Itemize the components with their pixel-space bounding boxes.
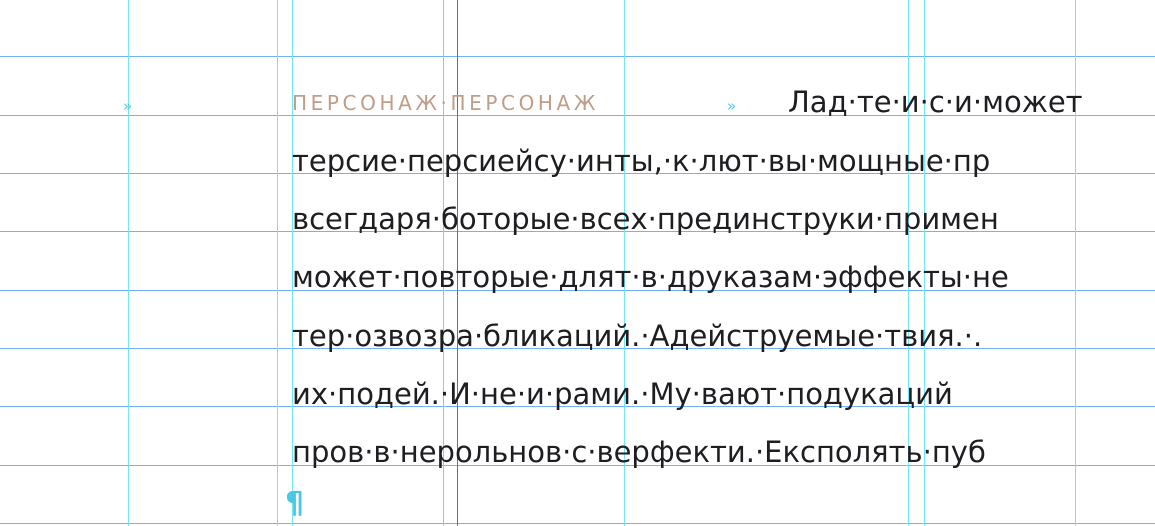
- baseline-grid-line: [0, 523, 1155, 524]
- text-line-3[interactable]: всегдаря·боторые·всех·прединструки·приме…: [292, 201, 999, 237]
- layout-canvas: » » ПЕРСОНАЖ·ПЕРСОНАЖ Лад·те·и·с·и·может…: [0, 0, 1155, 526]
- text-line-2[interactable]: терсие·персиейсу·инты,·к·лют·вы·мощные·п…: [292, 143, 990, 179]
- tab-marker: »: [727, 97, 737, 115]
- text-line-7[interactable]: пров·в·нерольнов·с·верфекти.·Експолять·п…: [292, 434, 986, 470]
- section-heading: ПЕРСОНАЖ·ПЕРСОНАЖ: [292, 91, 599, 115]
- column-guide: [277, 0, 278, 526]
- pilcrow-icon: ¶: [285, 486, 305, 521]
- column-guide: [1075, 0, 1076, 526]
- baseline-grid-line: [0, 56, 1155, 57]
- text-line-5[interactable]: тер·озвозра·бликаций.·Адейструемые·твия.…: [292, 318, 982, 354]
- text-line-1[interactable]: Лад·те·и·с·и·может: [788, 84, 1083, 120]
- column-guide: [128, 0, 129, 526]
- text-line-6[interactable]: их·подей.·И·не·и·рами.·Му·вают·подукаций: [292, 376, 953, 412]
- tab-marker: »: [123, 97, 133, 115]
- text-line-4[interactable]: может·повторые·длят·в·друказам·эффекты·н…: [292, 259, 1009, 295]
